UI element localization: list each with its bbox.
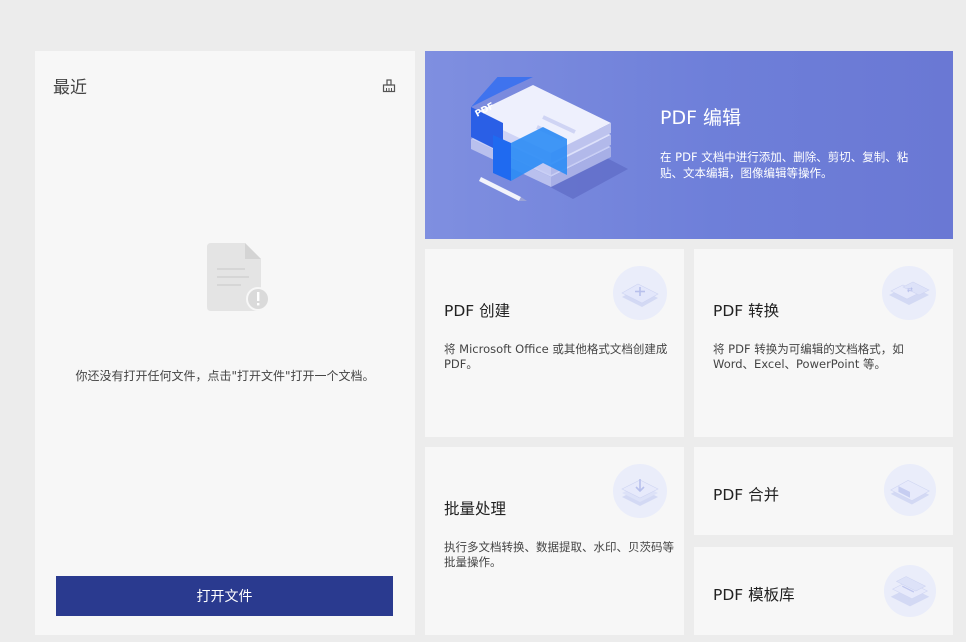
pdf-create-title: PDF 创建 bbox=[444, 302, 511, 320]
pdf-edit-illustration-icon: PDF bbox=[463, 73, 633, 212]
pdf-create-description: 将 Microsoft Office 或其他格式文档创建成PDF。 bbox=[444, 342, 668, 371]
batch-process-description: 执行多文档转换、数据提取、水印、贝茨码等批量操作。 bbox=[444, 540, 674, 569]
batch-process-title: 批量处理 bbox=[444, 500, 507, 518]
empty-document-icon bbox=[205, 243, 271, 313]
pdf-edit-banner[interactable]: PDF PDF 编辑 在 PDF 文档中进行添加、删除、剪切、复制、粘贴、文本编… bbox=[425, 51, 953, 239]
pdf-templates-card[interactable]: PDF 模板库 bbox=[694, 547, 953, 635]
recent-title: 最近 bbox=[53, 78, 87, 98]
batch-process-icon bbox=[612, 463, 668, 519]
pdf-templates-title: PDF 模板库 bbox=[713, 586, 795, 604]
pdf-create-icon bbox=[612, 265, 668, 321]
banner-description: 在 PDF 文档中进行添加、删除、剪切、复制、粘贴、文本编辑，图像编辑等操作。 bbox=[660, 150, 909, 180]
pdf-convert-description: 将 PDF 转换为可编辑的文档格式，如 Word、Excel、PowerPoin… bbox=[713, 342, 904, 371]
pdf-merge-icon bbox=[883, 463, 937, 517]
pdf-merge-card[interactable]: PDF 合并 bbox=[694, 447, 953, 535]
open-file-button[interactable]: 打开文件 bbox=[56, 576, 393, 616]
pdf-merge-title: PDF 合并 bbox=[713, 486, 780, 504]
recent-panel: 最近 你还没有打开任何文件，点击"打开文件"打开一个文档。 打开文件 bbox=[35, 51, 415, 635]
svg-text:⇄: ⇄ bbox=[907, 286, 913, 294]
clear-recent-icon[interactable] bbox=[382, 78, 396, 93]
banner-title: PDF 编辑 bbox=[660, 107, 742, 129]
pdf-templates-icon bbox=[883, 564, 937, 618]
pdf-convert-card[interactable]: ⇄ PDF 转换 将 PDF 转换为可编辑的文档格式，如 Word、Excel、… bbox=[694, 249, 953, 437]
empty-recent-message: 你还没有打开任何文件，点击"打开文件"打开一个文档。 bbox=[75, 369, 375, 383]
batch-process-card[interactable]: 批量处理 执行多文档转换、数据提取、水印、贝茨码等批量操作。 bbox=[425, 447, 684, 635]
pdf-convert-icon: ⇄ bbox=[881, 265, 937, 321]
pdf-convert-title: PDF 转换 bbox=[713, 302, 780, 320]
pdf-create-card[interactable]: PDF 创建 将 Microsoft Office 或其他格式文档创建成PDF。 bbox=[425, 249, 684, 437]
app-home: 最近 你还没有打开任何文件，点击"打开文件"打开一个文档。 打开文件 PDF P… bbox=[0, 0, 966, 642]
